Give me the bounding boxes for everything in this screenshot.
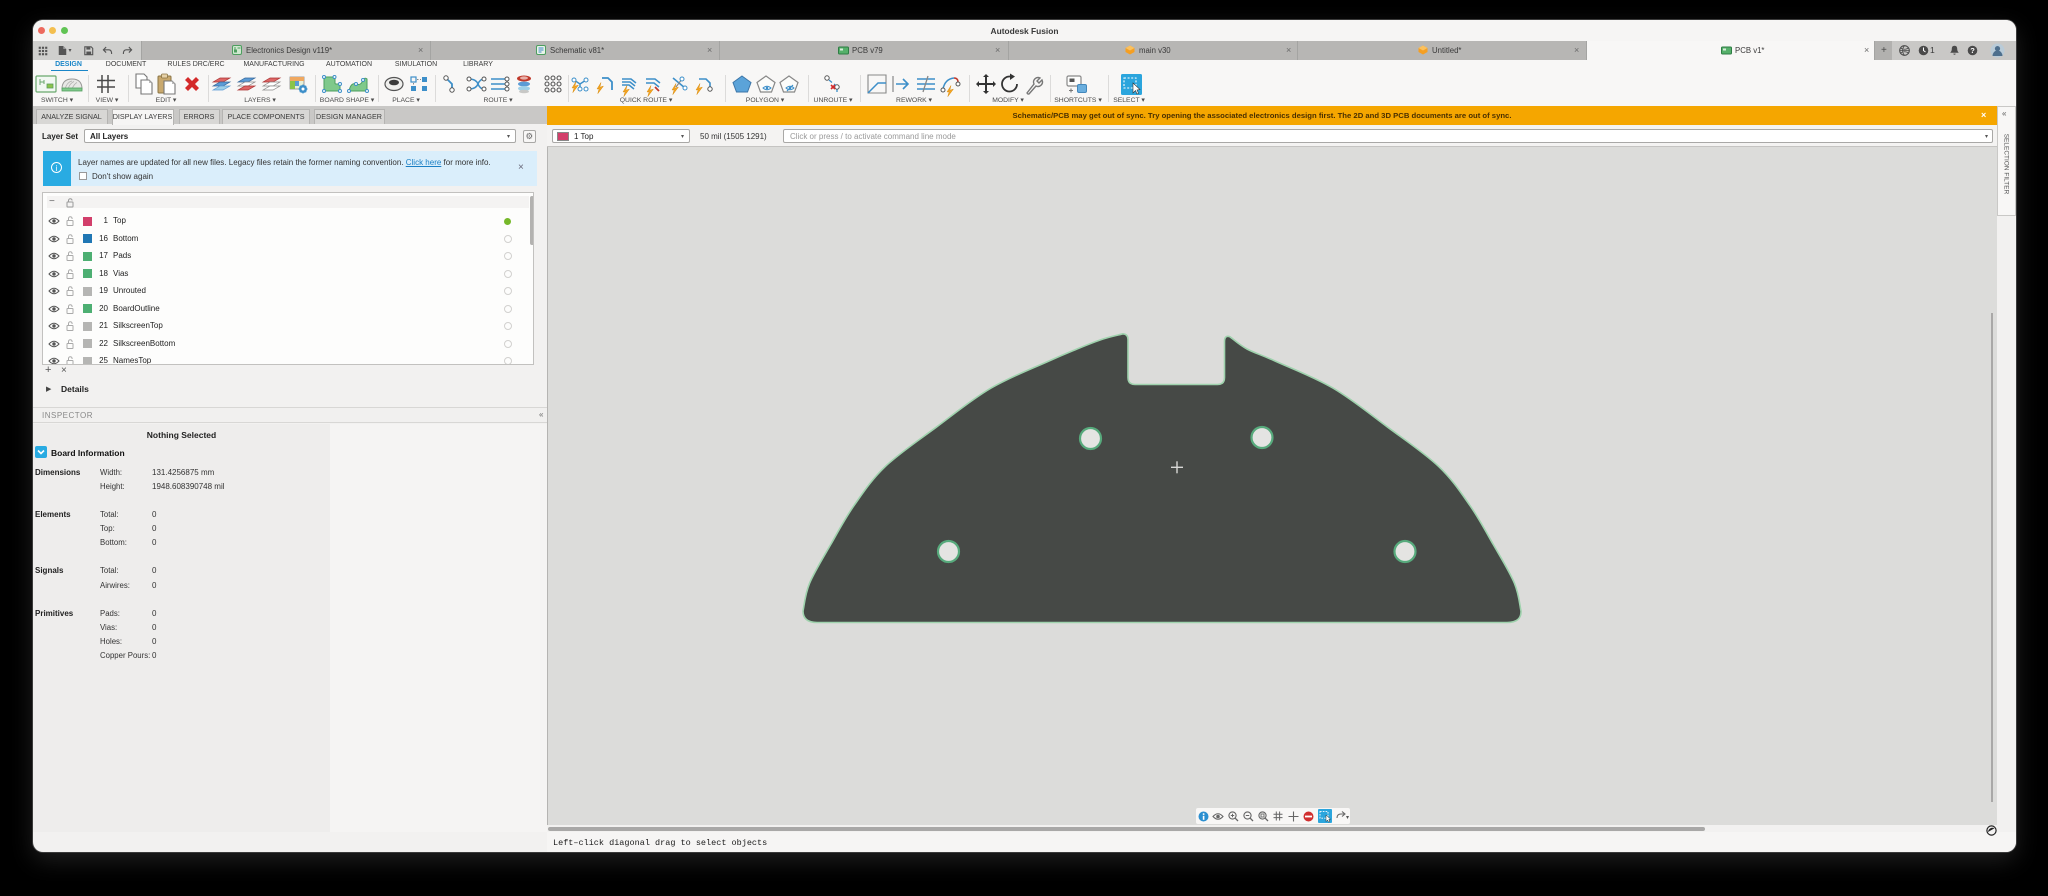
svg-text:?: ? <box>1970 46 1975 55</box>
